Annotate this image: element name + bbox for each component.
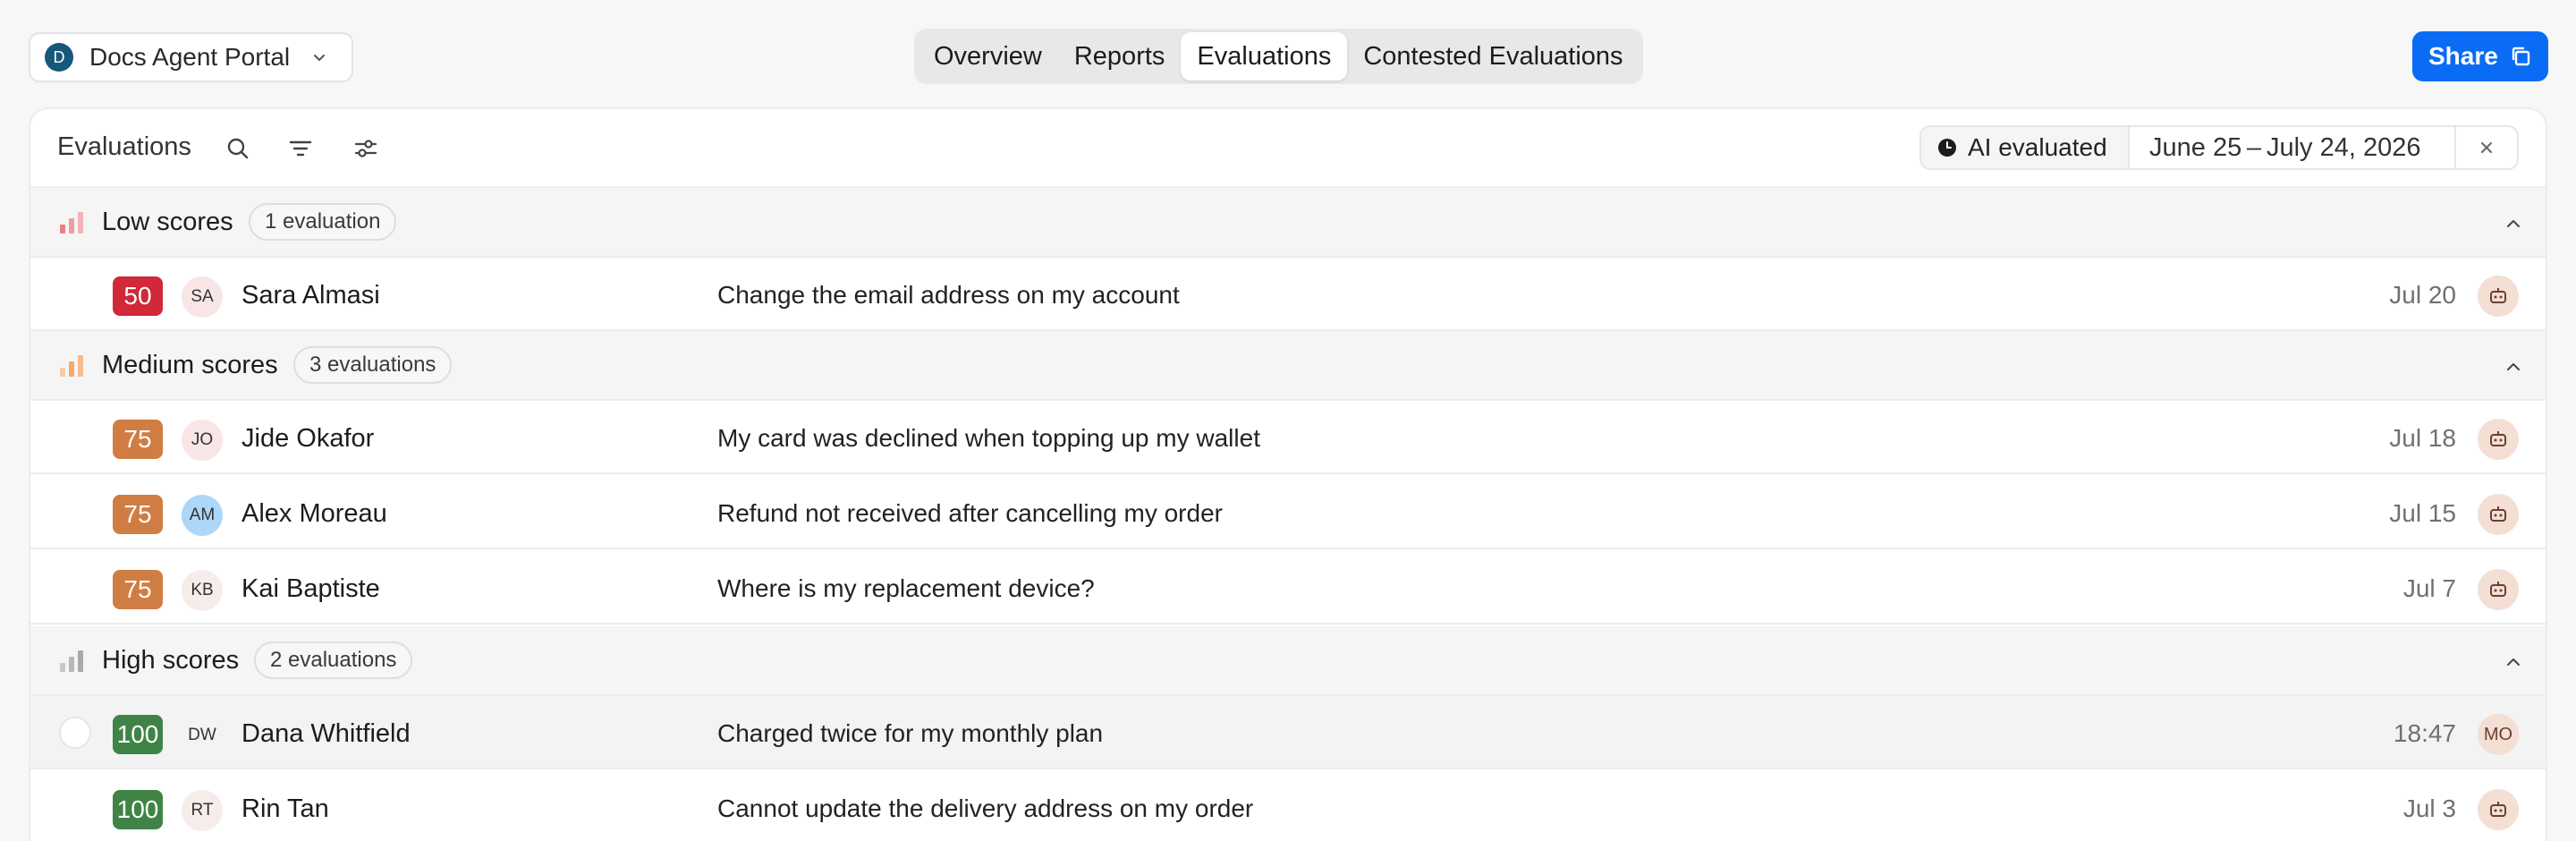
view-tabs: Overview Reports Evaluations Contested E…	[914, 29, 1643, 84]
avatar: SA	[182, 276, 223, 318]
conversation-subject: Cannot update the delivery address on my…	[717, 794, 1254, 822]
customer-name: Dana Whitfield	[242, 719, 411, 748]
table-row[interactable]: 75 AM Alex Moreau Refund not received af…	[30, 476, 2546, 549]
customer-name: Kai Baptiste	[242, 574, 380, 603]
customer-name: Sara Almasi	[242, 281, 380, 310]
chevron-down-icon	[314, 55, 326, 61]
evaluation-date: Jul 3	[2402, 794, 2456, 822]
score-badge: 50	[113, 276, 163, 316]
score-badge: 75	[113, 495, 163, 534]
score-badge: 75	[113, 570, 163, 609]
top-bar: D Docs Agent Portal Overview Reports Eva…	[0, 0, 2576, 107]
table-row[interactable]: 100 DW Dana Whitfield Charged twice for …	[30, 696, 2546, 769]
evaluation-date: Jul 15	[2389, 499, 2456, 527]
group-header-high-scores[interactable]: High scores 2 evaluations	[30, 626, 2546, 696]
table-row[interactable]: 75 KB Kai Baptiste Where is my replaceme…	[30, 551, 2546, 624]
bot-agent-avatar	[2478, 789, 2519, 830]
group-count-badge: 1 evaluation	[249, 203, 397, 241]
agent-avatar: MO	[2478, 714, 2519, 755]
group-count-badge: 2 evaluations	[254, 641, 413, 679]
panel-title: Evaluations	[57, 132, 191, 161]
score-badge: 100	[113, 715, 163, 754]
date-range-filter[interactable]: June 25 – July 24, 2026	[2130, 127, 2456, 168]
conversation-subject: Change the email address on my account	[717, 281, 1180, 309]
table-row[interactable]: 50 SA Sara Almasi Change the email addre…	[30, 258, 2546, 331]
filter-lines-icon[interactable]	[287, 135, 314, 162]
conversation-subject: Refund not received after cancelling my …	[717, 499, 1223, 527]
customer-name: Alex Moreau	[242, 499, 387, 528]
tab-contested-evaluations[interactable]: Contested Evaluations	[1347, 32, 1639, 81]
robot-icon	[2490, 582, 2506, 597]
group-title: Medium scores	[102, 351, 278, 379]
avatar: DW	[188, 726, 216, 744]
avatar: RT	[182, 790, 223, 831]
workspace-name: Docs Agent Portal	[89, 43, 291, 71]
sliders-icon[interactable]	[352, 135, 379, 162]
low-score-bars-icon	[60, 212, 83, 234]
panel-header: Evaluations AI evaluated June 25 – July …	[30, 109, 2546, 188]
evaluations-panel: Evaluations AI evaluated June 25 – July …	[29, 107, 2547, 841]
bot-agent-avatar	[2478, 494, 2519, 535]
chevron-up-icon[interactable]	[2503, 651, 2524, 673]
robot-icon	[2490, 288, 2506, 303]
high-score-bars-icon	[60, 650, 83, 672]
conversation-subject: Charged twice for my monthly plan	[717, 719, 1104, 747]
share-label: Share	[2428, 42, 2498, 70]
robot-icon	[2490, 506, 2506, 522]
search-icon[interactable]	[225, 135, 251, 162]
group-title: High scores	[102, 646, 240, 675]
group-count-badge: 3 evaluations	[293, 346, 453, 384]
bot-agent-avatar	[2478, 276, 2519, 317]
chevron-up-icon[interactable]	[2503, 213, 2524, 234]
clock-icon	[1938, 139, 1956, 157]
copy-icon	[2512, 47, 2530, 66]
customer-name: Rin Tan	[242, 794, 329, 823]
score-badge: 75	[113, 420, 163, 459]
medium-score-bars-icon	[60, 355, 83, 377]
table-row[interactable]: 75 JO Jide Okafor My card was declined w…	[30, 401, 2546, 474]
robot-icon	[2490, 802, 2506, 817]
tab-evaluations[interactable]: Evaluations	[1181, 32, 1348, 81]
conversation-subject: Where is my replacement device?	[717, 574, 1095, 602]
tab-overview[interactable]: Overview	[918, 32, 1058, 81]
bot-agent-avatar	[2478, 419, 2519, 460]
avatar: AM	[182, 495, 223, 536]
share-button[interactable]: Share	[2412, 31, 2548, 81]
tab-reports[interactable]: Reports	[1058, 32, 1182, 81]
filter-bar: AI evaluated June 25 – July 24, 2026	[1919, 125, 2519, 170]
avatar: JO	[182, 420, 223, 461]
clear-filter-button[interactable]	[2456, 127, 2517, 168]
workspace-avatar: D	[45, 43, 73, 72]
score-badge: 100	[113, 790, 163, 829]
close-icon	[2481, 142, 2492, 153]
evaluation-date: Jul 7	[2402, 574, 2456, 602]
table-row[interactable]: 100 RT Rin Tan Cannot update the deliver…	[30, 771, 2546, 841]
robot-icon	[2490, 431, 2506, 446]
ai-evaluated-filter[interactable]: AI evaluated	[1921, 127, 2130, 168]
group-header-low-scores[interactable]: Low scores 1 evaluation	[30, 188, 2546, 258]
conversation-subject: My card was declined when topping up my …	[717, 424, 1260, 452]
customer-name: Jide Okafor	[242, 424, 375, 453]
workspace-switcher[interactable]: D Docs Agent Portal	[29, 32, 353, 82]
chevron-up-icon[interactable]	[2503, 356, 2524, 378]
row-select-checkbox[interactable]	[59, 717, 91, 749]
ai-evaluated-label: AI evaluated	[1968, 133, 2107, 161]
evaluation-date: 18:47	[2393, 719, 2456, 747]
group-header-medium-scores[interactable]: Medium scores 3 evaluations	[30, 331, 2546, 401]
evaluation-date: Jul 20	[2389, 281, 2456, 309]
bot-agent-avatar	[2478, 569, 2519, 610]
evaluation-date: Jul 18	[2389, 424, 2456, 452]
avatar: KB	[182, 570, 223, 611]
group-title: Low scores	[102, 208, 233, 236]
